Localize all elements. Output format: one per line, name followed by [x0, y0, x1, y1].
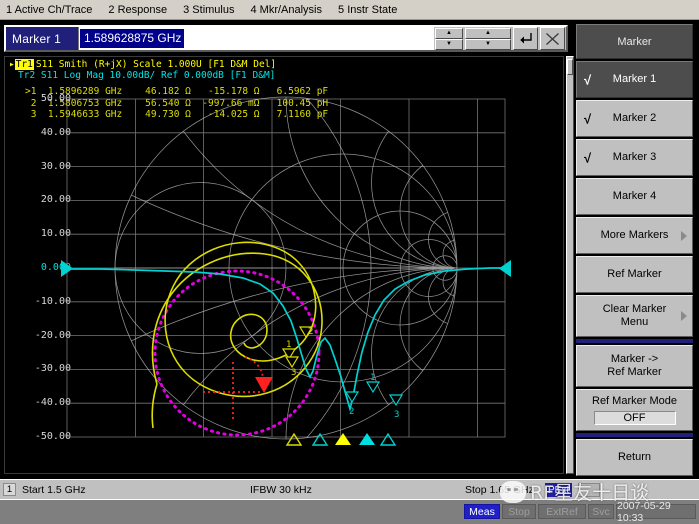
softkey-divider [576, 339, 693, 343]
smith-chart-grid [114, 96, 458, 440]
svg-text:1: 1 [286, 340, 291, 350]
softkey-marker-ref-marker[interactable]: Marker -> Ref Marker [576, 345, 693, 387]
status-stop[interactable]: Stop [502, 504, 536, 519]
menu-item-mkr-analysis[interactable]: 4 Mkr/Analysis [250, 4, 322, 16]
softkey-ref-marker[interactable]: Ref Marker [576, 256, 693, 293]
submenu-arrow-icon [681, 230, 687, 241]
submenu-arrow-icon [681, 311, 687, 321]
entry-stepper-fine[interactable]: ▲ ▼ [465, 27, 511, 50]
softkey-divider [576, 433, 693, 437]
checkmark-icon: √ [584, 111, 592, 126]
softkey-marker-3[interactable]: √ Marker 3 [576, 139, 693, 176]
instrument-status-bar: Meas Stop ExtRef Svc 2007-05-29 10:33 [0, 499, 699, 524]
softkey-marker-4[interactable]: Marker 4 [576, 178, 693, 215]
softkey-label: Ref Marker [607, 366, 662, 378]
entry-label: Marker 1 [6, 27, 78, 50]
softkey-label: Menu [620, 316, 649, 328]
softkey-marker-1[interactable]: √ Marker 1 [576, 61, 693, 98]
menu-item-stimulus[interactable]: 3 Stimulus [183, 4, 234, 16]
enter-button[interactable] [513, 27, 538, 50]
softkey-return[interactable]: Return [576, 439, 693, 476]
svg-text:3: 3 [394, 410, 399, 420]
status-meas[interactable]: Meas [464, 504, 500, 519]
stepper-fine-down-icon[interactable]: ▼ [465, 38, 511, 50]
status-extref[interactable]: ExtRef [538, 504, 586, 519]
status-extra-box [578, 483, 600, 497]
stimulus-status-bar: 1 Start 1.5 GHz IFBW 30 kHz Stop 1.65 GH… [0, 479, 699, 499]
softkey-toggle-value[interactable]: OFF [593, 411, 676, 425]
close-x-icon [546, 32, 559, 45]
graph-scrollbar[interactable] [566, 56, 574, 474]
softkey-menu-panel: Marker √ Marker 1 √ Marker 2 √ Marker 3 Marker… [576, 24, 695, 479]
scrollbar-thumb[interactable] [567, 59, 573, 75]
start-frequency-label[interactable]: Start 1.5 GHz [22, 484, 86, 496]
svg-text:2: 2 [308, 327, 313, 337]
svg-text:2: 2 [349, 407, 354, 417]
stepper-down-icon[interactable]: ▼ [435, 38, 463, 50]
plot-canvas[interactable]: 1 2 3 1 2 3 [5, 57, 564, 474]
softkey-label: Marker -> [610, 353, 659, 365]
softkey-label: Marker 2 [612, 112, 657, 124]
ifbw-label[interactable]: IFBW 30 kHz [250, 484, 312, 496]
menu-item-active-ch-trace[interactable]: 1 Active Ch/Trace [6, 4, 92, 16]
stepper-up-icon[interactable]: ▲ [435, 27, 463, 39]
softkey-label: Marker 1 [612, 73, 657, 85]
softkey-label: Return [617, 451, 652, 463]
softkey-label: More Markers [600, 229, 669, 241]
softkey-list: √ Marker 1 √ Marker 2 √ Marker 3 Marker 4 More … [576, 61, 695, 476]
channel-number: 1 [3, 483, 16, 496]
checkmark-icon: √ [584, 72, 592, 87]
stop-frequency-label[interactable]: Stop 1.65 GHz [465, 484, 534, 496]
softkey-label: Marker 3 [612, 151, 657, 163]
memory-trace-circle [153, 269, 321, 437]
status-timestamp: 2007-05-29 10:33 [616, 500, 696, 524]
softkey-clear-marker-menu[interactable]: Clear Marker Menu [576, 295, 693, 337]
softkey-label: Ref Marker Mode [592, 395, 677, 407]
status-svc[interactable]: Svc [588, 504, 614, 519]
softkey-ref-marker-mode[interactable]: Ref Marker Mode OFF [576, 389, 693, 431]
softkey-label: Marker 4 [612, 190, 657, 202]
softkey-label: Clear Marker [602, 303, 667, 315]
softkey-marker-2[interactable]: √ Marker 2 [576, 100, 693, 137]
softkey-more-markers[interactable]: More Markers [576, 217, 693, 254]
entry-stepper-coarse[interactable]: ▲ ▼ [435, 27, 463, 50]
svg-text:1: 1 [370, 373, 375, 383]
ref-marker-triangle-icon [255, 377, 273, 393]
svg-text:3: 3 [291, 368, 296, 378]
stepper-fine-up-icon[interactable]: ▲ [465, 27, 511, 39]
menu-item-response[interactable]: 2 Response [108, 4, 167, 16]
measurement-graph[interactable]: ▸Tr1 S11 Smith (R+jX) Scale 1.000U [F1 D&… [4, 56, 564, 474]
value-entry-bar: Marker 1 1.589628875 GHz ▲ ▼ ▲ ▼ [4, 25, 568, 52]
enter-arrow-icon [520, 33, 532, 44]
trace-logmag-cyan [67, 267, 505, 413]
softkey-menu-header: Marker [576, 24, 693, 59]
entry-input-field[interactable]: 1.589628875 GHz [78, 27, 434, 50]
stimulus-marker-row [285, 432, 397, 446]
checkmark-icon: √ [584, 150, 592, 165]
menu-item-instr-state[interactable]: 5 Instr State [338, 4, 397, 16]
main-menu-bar: 1 Active Ch/Trace 2 Response 3 Stimulus … [0, 0, 699, 20]
close-entry-button[interactable] [540, 27, 565, 50]
entry-value-text: 1.589628875 GHz [80, 29, 185, 48]
softkey-label: Ref Marker [607, 268, 662, 280]
port-extension-badge[interactable]: PExt [545, 483, 573, 497]
